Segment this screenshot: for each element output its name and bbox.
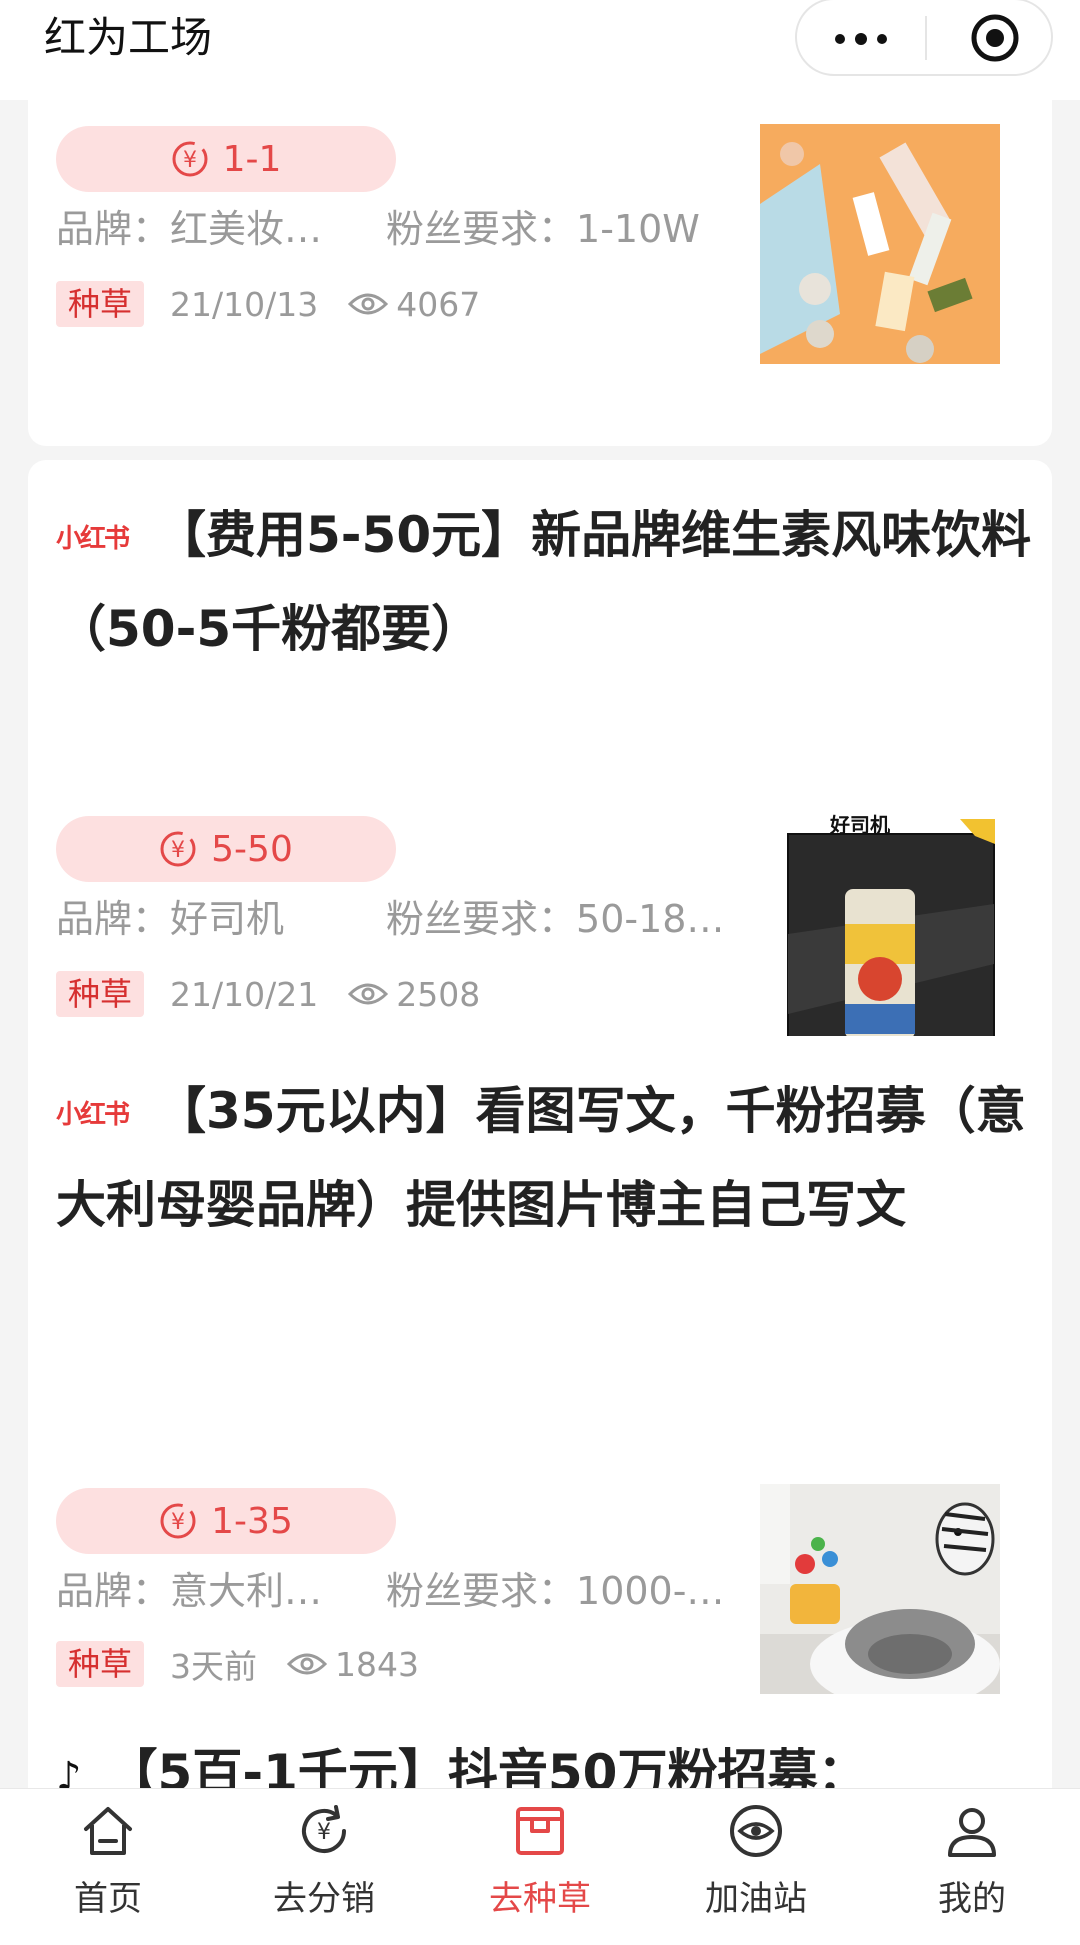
eye-icon (348, 293, 389, 315)
info-row: 品牌：好司机 粉丝要求：50-18… (56, 897, 725, 941)
tab-profile[interactable]: 我的 (864, 1801, 1080, 1931)
svg-text:¥: ¥ (171, 838, 185, 863)
view-count: 4067 (396, 284, 481, 324)
price-range: 5-50 (211, 828, 293, 870)
tab-label: 首页 (74, 1879, 142, 1919)
brand-value: 红美妆… (170, 207, 323, 251)
brand-value: 意大利… (170, 1569, 323, 1613)
meta-row: 种草 21/10/13 4067 (56, 280, 480, 328)
task-title: 小红书 【35元以内】看图写文，千粉招募（意大利母婴品牌）提供图片博主自己写文 (56, 1082, 1026, 1234)
shop-icon (516, 1807, 564, 1855)
info-row: 品牌：红美妆… 粉丝要求：1-10W (56, 207, 700, 251)
mini-program-capsule (795, 0, 1053, 76)
price-pill: ¥ 1-1 (56, 126, 396, 192)
top-navigation-bar: 红为工场 (0, 0, 1080, 100)
eye-icon (730, 1805, 782, 1857)
product-thumbnail[interactable] (760, 1484, 1000, 1724)
tab-distribution[interactable]: ¥ 去分销 (216, 1801, 432, 1931)
target-icon[interactable] (969, 12, 1021, 64)
task-title: 小红书 【费用5-50元】新品牌维生素风味饮料（50-5千粉都要） (56, 506, 1032, 658)
task-feed[interactable]: ¥ 1-1 品牌：红美妆… 粉丝要求：1-10W 种草 21/10/13 4067 (0, 100, 1080, 1788)
product-thumbnail[interactable] (760, 124, 1000, 364)
meta-row: 种草 21/10/21 2508 (56, 970, 480, 1018)
tab-label: 加油站 (705, 1879, 807, 1919)
tab-label: 去种草 (489, 1879, 591, 1919)
task-title: ♪ 【5百-1千元】抖音50万粉招募： (56, 1726, 1046, 1788)
price-pill: ¥ 5-50 (56, 816, 396, 882)
eye-icon (348, 983, 389, 1005)
yen-icon: ¥ (160, 1503, 196, 1539)
svg-text:好司机: 好司机 (829, 814, 890, 837)
price-pill: ¥ 1-35 (56, 1488, 396, 1554)
category-tag: 种草 (56, 971, 145, 1017)
view-count: 1843 (335, 1644, 419, 1684)
price-range: 1-1 (222, 138, 282, 180)
fans-value: 50-18… (576, 897, 725, 941)
tiktok-logo-icon: ♪ (56, 1753, 81, 1789)
post-date: 21/10/13 (170, 284, 319, 324)
fans-value: 1-10W (576, 207, 700, 251)
svg-text:¥: ¥ (171, 1510, 185, 1535)
tab-label: 我的 (938, 1879, 1006, 1919)
svg-text:¥: ¥ (183, 148, 197, 173)
capsule-divider (925, 16, 927, 60)
yen-refresh-icon: ¥ (302, 1805, 346, 1853)
eye-icon (287, 1653, 328, 1675)
brand-value: 好司机 (170, 897, 285, 941)
product-thumbnail[interactable]: 好司机 (760, 814, 1000, 1054)
fans-value: 1000-… (576, 1569, 725, 1613)
yen-icon: ¥ (160, 831, 196, 867)
post-date: 3天前 (170, 1647, 258, 1686)
task-card[interactable]: ¥ 1-1 品牌：红美妆… 粉丝要求：1-10W 种草 21/10/13 4067 (28, 100, 1052, 446)
tab-gas-station[interactable]: 加油站 (648, 1801, 864, 1931)
tab-label: 去分销 (273, 1879, 375, 1919)
price-range: 1-35 (211, 1500, 293, 1542)
post-date: 21/10/21 (170, 974, 319, 1014)
category-tag: 种草 (56, 1641, 145, 1687)
meta-row: 种草 3天前 1843 (56, 1640, 419, 1688)
task-card[interactable]: ♪ 【5百-1千元】抖音50万粉招募： (28, 1694, 1052, 1788)
tab-home[interactable]: 首页 (0, 1801, 216, 1931)
home-icon (84, 1807, 132, 1855)
svg-text:¥: ¥ (317, 1820, 331, 1845)
category-tag: 种草 (56, 281, 145, 327)
more-dots-icon[interactable] (833, 20, 889, 56)
bottom-tab-bar: 首页 ¥ 去分销 去种草 加油站 我的 (0, 1788, 1080, 1945)
xiaohongshu-logo-icon: 小红书 (56, 523, 130, 554)
tab-seeding[interactable]: 去种草 (432, 1801, 648, 1931)
user-icon (948, 1808, 996, 1857)
yen-icon: ¥ (172, 141, 208, 177)
xiaohongshu-logo-icon: 小红书 (56, 1099, 130, 1130)
info-row: 品牌：意大利… 粉丝要求：1000-… (56, 1569, 725, 1613)
view-count: 2508 (396, 974, 481, 1014)
task-card[interactable]: 小红书 【费用5-50元】新品牌维生素风味饮料（50-5千粉都要） ¥ 5-50 … (28, 460, 1052, 1110)
task-card[interactable]: 小红书 【35元以内】看图写文，千粉招募（意大利母婴品牌）提供图片博主自己写文 ¥… (28, 1036, 1052, 1776)
app-title: 红为工场 (44, 13, 213, 62)
